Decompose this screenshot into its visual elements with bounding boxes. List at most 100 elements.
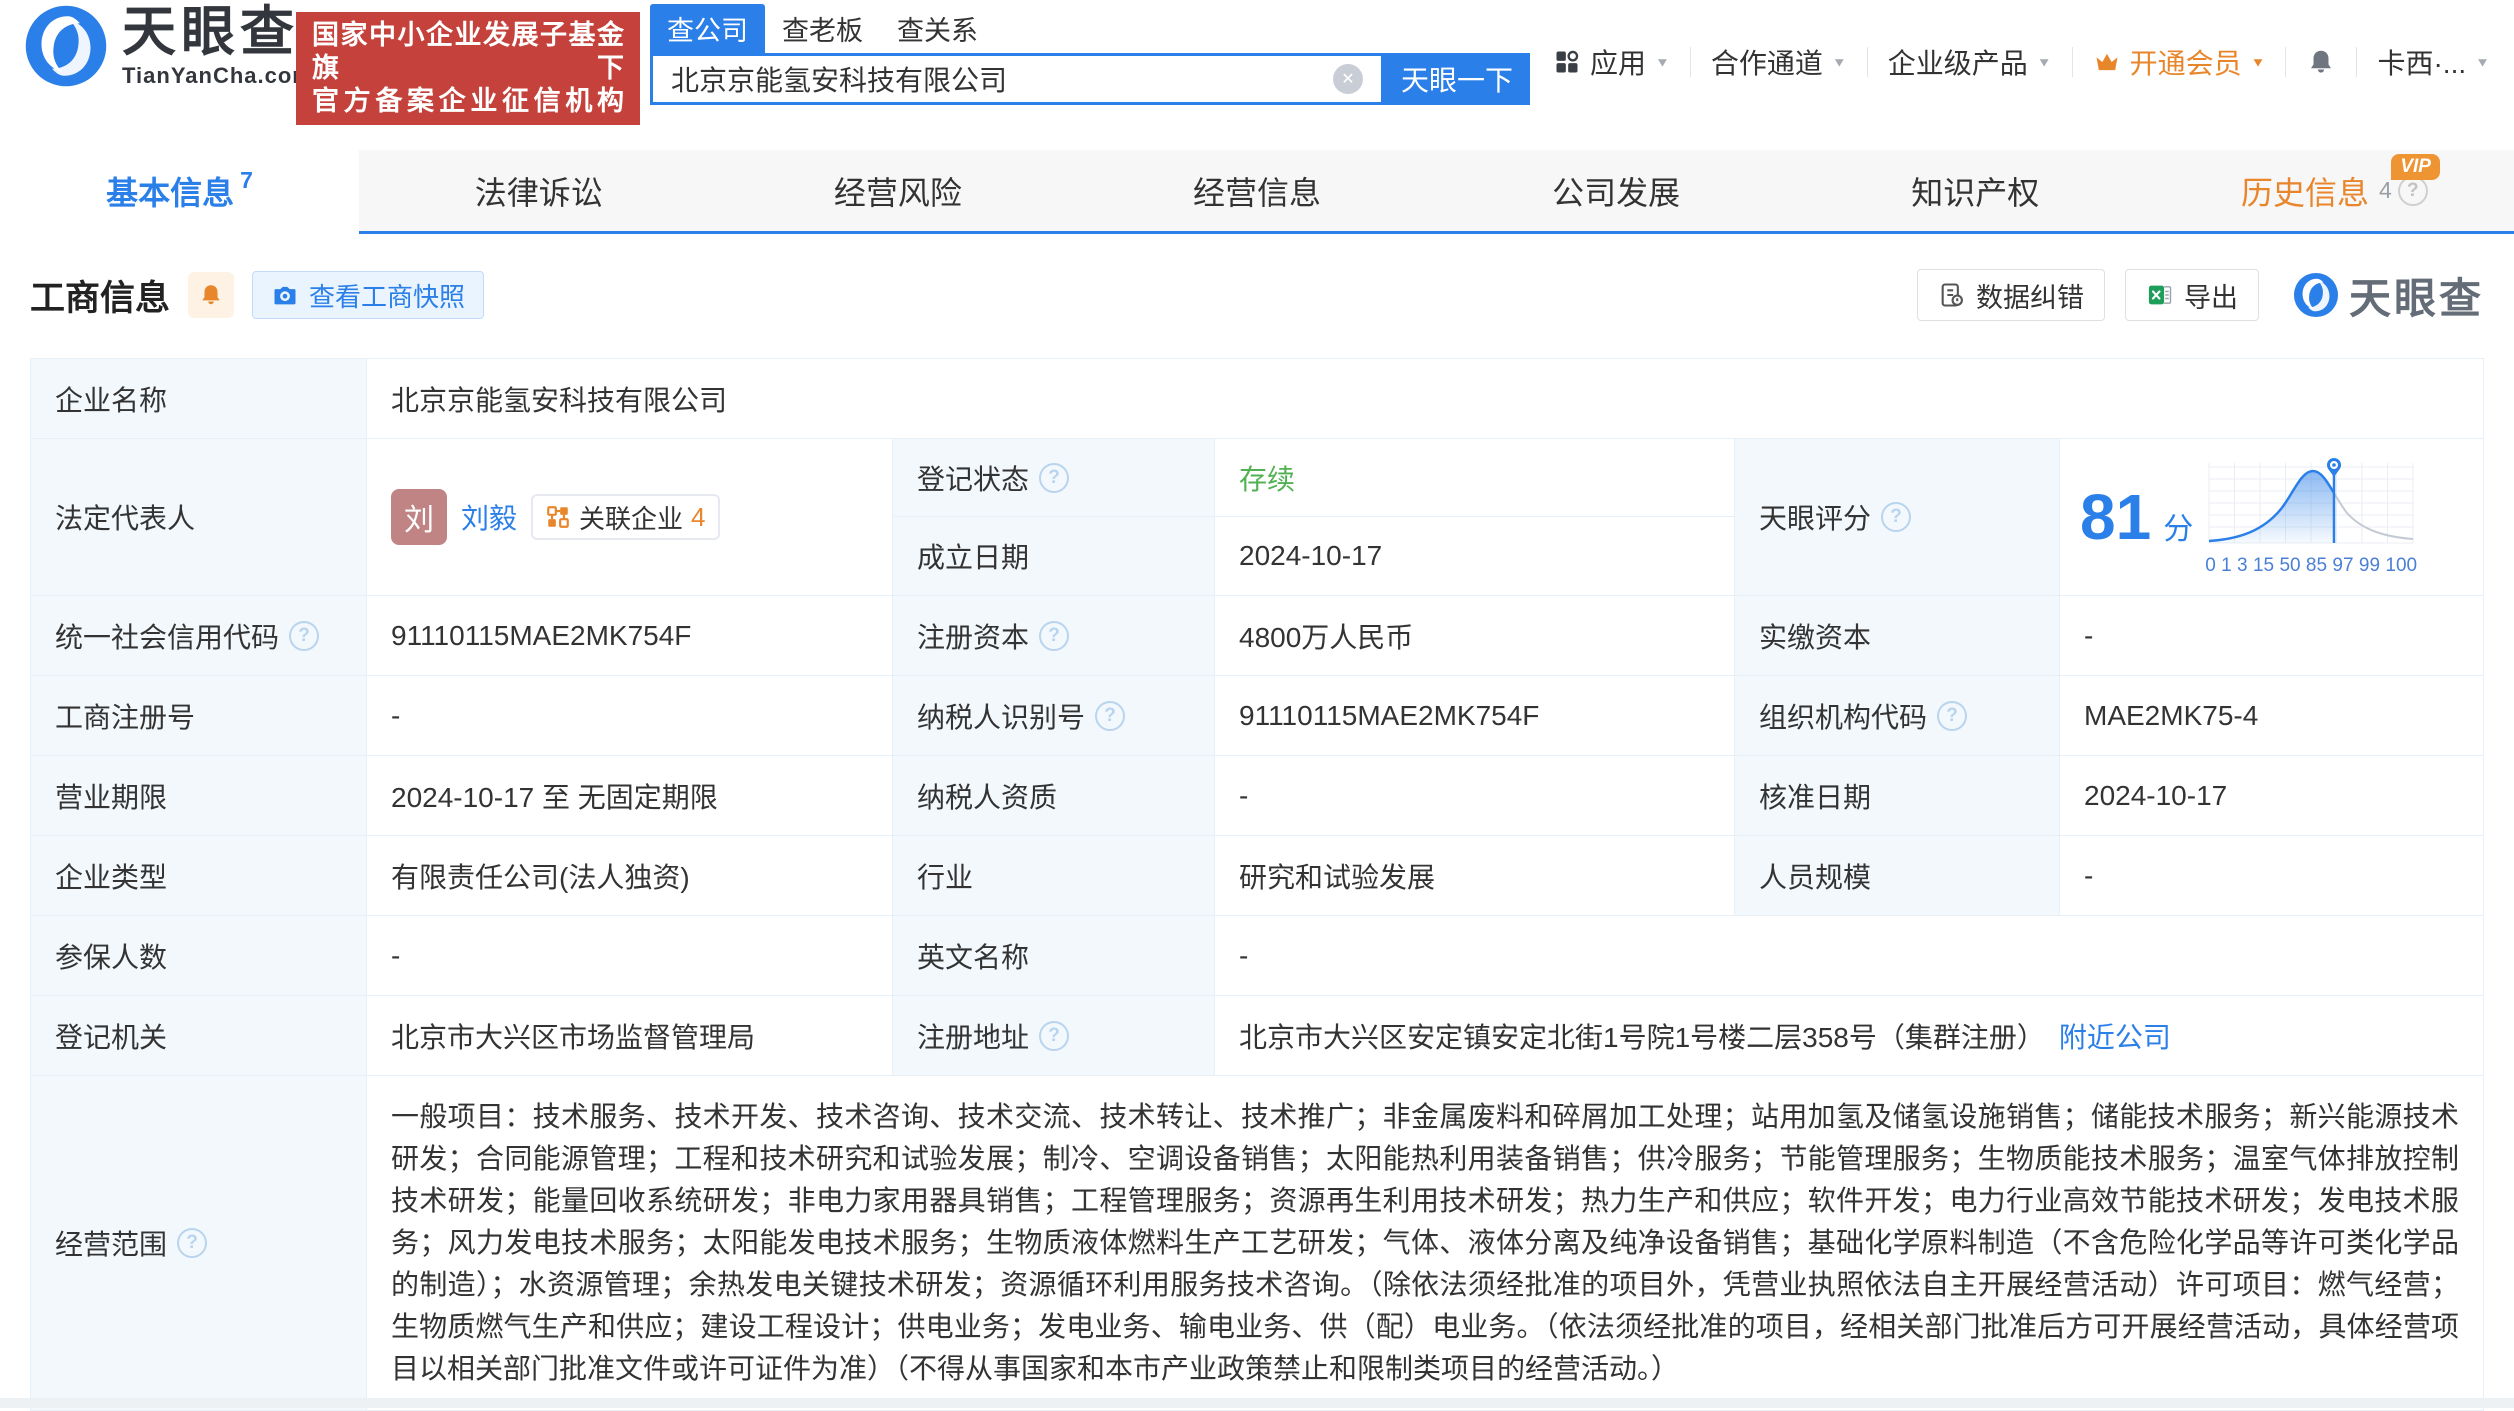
nav-partner-channel[interactable]: 合作通道 ▼ (1711, 42, 1847, 82)
section-tab-bar: 基本信息 7 法律诉讼 经营风险 经营信息 公司发展 知识产权 VIP 历史信息… (0, 150, 2514, 234)
section-title: 工商信息 (30, 278, 171, 318)
field-label: 企业名称 (31, 359, 367, 438)
nav-apps-label: 应用 (1589, 48, 1646, 79)
correction-button-label: 数据纠错 (1975, 282, 2084, 313)
table-row: 法定代表人 刘 刘毅 关联企业 4 登记状态 ? 存续 成立日期 2024-10… (31, 439, 2483, 596)
help-icon[interactable]: ? (1095, 700, 1126, 731)
help-icon[interactable]: ? (289, 620, 320, 651)
field-value: 4800万人民币 (1215, 596, 1735, 675)
field-label: 天眼评分 ? (1735, 439, 2060, 595)
help-icon[interactable]: ? (1039, 620, 1070, 651)
tab-business-risk[interactable]: 经营风险 (718, 150, 1077, 231)
field-label: 纳税人资质 (893, 756, 1215, 835)
related-companies-badge[interactable]: 关联企业 4 (531, 494, 720, 540)
legal-rep-link[interactable]: 刘毅 (461, 497, 517, 537)
field-value: - (2060, 836, 2483, 915)
field-label: 成立日期 (893, 517, 1215, 595)
cert-badge-line1: 国家中小企业发展子基金旗下 (312, 20, 624, 83)
related-count: 4 (691, 501, 706, 532)
field-label: 实缴资本 (1735, 596, 2060, 675)
tab-label: 知识产权 (1911, 174, 2040, 211)
field-label: 登记状态 ? (893, 439, 1215, 517)
business-registration-table: 企业名称 北京京能氢安科技有限公司 法定代表人 刘 刘毅 关联企业 4 登记状态… (30, 358, 2484, 1411)
tab-company-development[interactable]: 公司发展 (1437, 150, 1796, 231)
tab-label: 历史信息 (2241, 174, 2370, 211)
subscribe-bell-button[interactable] (188, 272, 235, 318)
field-value: 91110115MAE2MK754F (367, 596, 893, 675)
field-label: 法定代表人 (31, 439, 367, 595)
search-tab-boss[interactable]: 查老板 (765, 4, 880, 53)
nav-enterprise-products[interactable]: 企业级产品 ▼ (1888, 42, 2052, 82)
search-button[interactable]: 天眼一下 (1384, 53, 1530, 105)
tab-history-info[interactable]: VIP 历史信息 4 ? (2155, 150, 2514, 231)
field-value: 北京市大兴区市场监督管理局 (367, 996, 893, 1075)
bell-icon (202, 285, 220, 305)
tab-label: 法律诉讼 (474, 174, 603, 211)
chevron-down-icon: ▼ (2250, 54, 2266, 70)
certification-badge: 国家中小企业发展子基金旗下 官方备案企业征信机构 (296, 12, 640, 125)
nav-user-account[interactable]: 卡西·... ▼ (2377, 42, 2490, 82)
help-icon[interactable]: ? (1039, 1020, 1070, 1051)
help-icon[interactable]: ? (1039, 462, 1070, 493)
help-icon[interactable]: ? (1881, 502, 1912, 532)
field-value: - (367, 676, 893, 755)
divider (2071, 47, 2073, 77)
field-label: 统一社会信用代码 ? (31, 596, 367, 675)
field-label: 企业类型 (31, 836, 367, 915)
business-scope-value: 一般项目：技术服务、技术开发、技术咨询、技术交流、技术转让、技术推广；非金属废料… (367, 1076, 2483, 1410)
reg-status-value: 存续 (1215, 439, 1735, 517)
nearby-companies-link[interactable]: 附近公司 (2059, 1016, 2171, 1056)
avatar[interactable]: 刘 (391, 489, 447, 545)
help-icon[interactable]: ? (2397, 175, 2428, 206)
export-button[interactable]: 导出 (2124, 269, 2259, 321)
header-nav: 应用 ▼ 合作通道 ▼ 企业级产品 ▼ 开通会员 ▼ 卡西·... ▼ (1553, 42, 2490, 82)
chevron-down-icon: ▼ (2475, 54, 2490, 70)
org-chart-icon (547, 506, 569, 528)
data-correction-button[interactable]: 数据纠错 (1916, 269, 2105, 321)
field-label: 注册资本 ? (893, 596, 1215, 675)
nav-vip-label: 开通会员 (2129, 48, 2242, 79)
page-bottom-strip (0, 1398, 2514, 1408)
score-axis-ticks: 01 3 15 50 85 97 99 100 (2205, 555, 2418, 576)
clear-icon[interactable]: ✕ (1333, 64, 1363, 94)
chevron-down-icon: ▼ (1654, 54, 1670, 70)
search-input[interactable] (671, 63, 1333, 95)
score-unit: 分 (2163, 513, 2194, 546)
logo-swirl-icon (2293, 272, 2339, 318)
field-value: 91110115MAE2MK754F (1215, 676, 1735, 755)
nav-apps[interactable]: 应用 ▼ (1553, 42, 1670, 82)
field-value: - (2060, 596, 2483, 675)
field-label: 组织机构代码 ? (1735, 676, 2060, 755)
tab-label: 基本信息 (106, 174, 235, 211)
export-button-label: 导出 (2183, 282, 2238, 313)
tab-count: 7 (240, 167, 253, 193)
logo-domain: TianYanCha.com (122, 63, 313, 88)
help-icon[interactable]: ? (177, 1228, 208, 1258)
notification-bell[interactable] (2306, 47, 2336, 77)
search-tab-company[interactable]: 查公司 (650, 4, 765, 53)
field-value: - (1215, 756, 1735, 835)
logo-brand: 天眼查 (122, 2, 299, 62)
tianyancha-logo[interactable]: 天眼查 TianYanCha.com (24, 4, 313, 88)
tab-label: 经营信息 (1192, 174, 1321, 211)
tab-count: 4 (2379, 177, 2392, 203)
table-row: 企业名称 北京京能氢安科技有限公司 (31, 359, 2483, 439)
divider (2356, 47, 2358, 77)
apps-grid-icon (1556, 50, 1579, 73)
company-name-value: 北京京能氢安科技有限公司 (367, 359, 2483, 438)
tab-intellectual-property[interactable]: 知识产权 (1796, 150, 2155, 231)
field-value: 2024-10-17 至 无固定期限 (367, 756, 893, 835)
table-row: 营业期限 2024-10-17 至 无固定期限 纳税人资质 - 核准日期 202… (31, 756, 2483, 836)
tab-legal-proceedings[interactable]: 法律诉讼 (359, 150, 718, 231)
tab-basic-info[interactable]: 基本信息 7 (0, 150, 360, 234)
field-label: 登记机关 (31, 996, 367, 1075)
search-input-box: ✕ (650, 53, 1384, 105)
nav-vip-membership[interactable]: 开通会员 ▼ (2093, 42, 2266, 82)
logo-swirl-icon (25, 5, 107, 87)
search-tab-relation[interactable]: 查关系 (880, 4, 995, 53)
view-snapshot-button[interactable]: 查看工商快照 (252, 271, 485, 319)
search-tabs: 查公司 查老板 查关系 (650, 4, 1530, 53)
help-icon[interactable]: ? (1937, 700, 1968, 731)
tab-business-info[interactable]: 经营信息 (1077, 150, 1436, 231)
field-value: - (1215, 916, 2483, 995)
